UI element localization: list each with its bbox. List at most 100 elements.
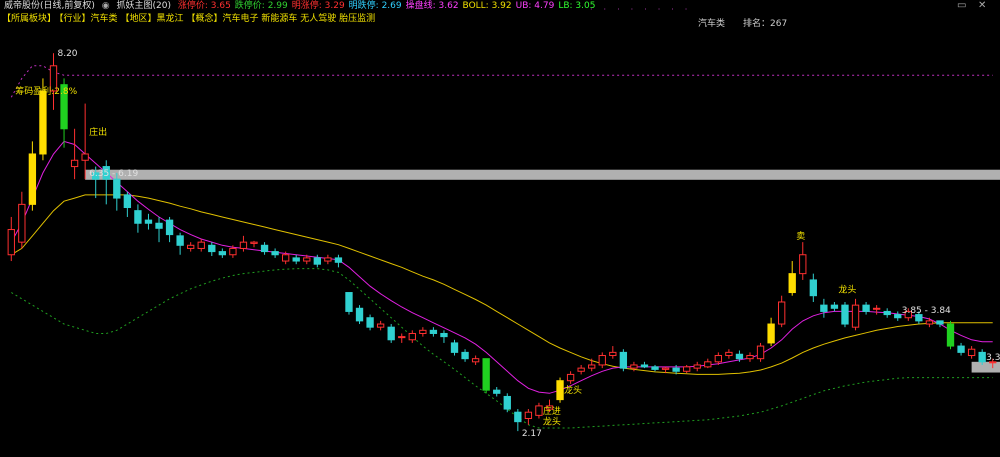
candlestick-chart[interactable]: 8.20筹码盈利:2.8%庄出6.35 - 6.19龙头庄进龙头2.17卖龙头3… xyxy=(0,0,1000,457)
candle-body-91 xyxy=(967,348,976,357)
chart-label-8: 卖 xyxy=(796,231,805,242)
candle-body-12 xyxy=(134,210,142,224)
candle-body-31 xyxy=(334,257,343,263)
indicator-name[interactable]: 抓妖主图(20) xyxy=(117,1,171,11)
candle-body-76 xyxy=(809,279,817,297)
candle-body-29 xyxy=(313,257,321,265)
candle-body-54 xyxy=(577,367,585,372)
candle-body-52 xyxy=(556,380,564,401)
candle-body-35 xyxy=(376,323,385,328)
candle-body-73 xyxy=(777,301,786,325)
candle-body-32 xyxy=(345,292,353,312)
stat-4: 操盘线: 3.62 xyxy=(405,1,459,11)
chart-label-3: 6.35 - 6.19 xyxy=(89,169,138,179)
stat-3: 明跌停: 2.69 xyxy=(348,1,402,11)
chart-label-7: 2.17 xyxy=(522,429,542,439)
candle-body-87 xyxy=(925,320,934,325)
candle-body-37 xyxy=(398,336,406,339)
stat-2: 明涨停: 3.29 xyxy=(291,1,345,11)
candle-body-45 xyxy=(482,358,490,391)
candle-body-56 xyxy=(598,355,606,366)
candle-body-22 xyxy=(239,241,248,249)
candle-body-59 xyxy=(630,364,638,369)
candle-body-66 xyxy=(704,361,712,368)
candle-body-60 xyxy=(640,364,649,368)
dotted-marker-row: ········ xyxy=(590,5,699,14)
candle-body-48 xyxy=(514,411,522,423)
stat-5: BOLL: 3.92 xyxy=(462,1,512,11)
candle-body-34 xyxy=(366,317,374,328)
tag-0[interactable]: 【所属板块】 xyxy=(2,14,56,24)
candle-body-88 xyxy=(936,320,944,325)
indicator-stats: 涨停价: 3.65 跌停价: 2.99 明涨停: 3.29 明跌停: 2.69 操盘线:… xyxy=(178,1,600,11)
chip-zone-1 xyxy=(971,361,1000,373)
chart-label-10: 3.85 - 3.84 xyxy=(902,306,951,316)
candle-body-50 xyxy=(535,405,543,416)
candle-body-58 xyxy=(619,351,628,369)
candle-body-80 xyxy=(851,304,860,328)
candle-body-83 xyxy=(883,310,891,316)
candle-body-14 xyxy=(155,222,163,229)
candle-body-74 xyxy=(788,273,796,294)
candle-body-38 xyxy=(408,332,416,341)
candle-body-30 xyxy=(324,257,332,262)
close-icon[interactable]: ✕ xyxy=(978,0,986,11)
candle-body-26 xyxy=(281,254,290,262)
chart-label-1: 筹码盈利:2.8% xyxy=(15,85,77,97)
candle-body-57 xyxy=(609,351,617,357)
candle-body-21 xyxy=(229,247,237,256)
chart-label-5: 庄进 xyxy=(543,405,561,417)
candle-body-41 xyxy=(440,332,448,338)
stat-6: UB: 4.79 xyxy=(515,1,555,11)
candle-body-1 xyxy=(18,203,26,243)
tag-1[interactable]: 【行业】汽车类 xyxy=(59,14,118,24)
candle-body-3 xyxy=(39,90,47,155)
candle-body-49 xyxy=(524,411,533,420)
candle-body-69 xyxy=(735,353,744,360)
gear-icon[interactable]: ◉ xyxy=(102,1,110,11)
candle-body-47 xyxy=(503,395,511,410)
candle-body-78 xyxy=(830,304,839,309)
candle-body-82 xyxy=(872,307,881,310)
candle-body-2 xyxy=(28,153,37,205)
chart-label-11: 3.30 - 3.13 xyxy=(986,353,1000,363)
candle-body-89 xyxy=(946,323,955,347)
candle-body-81 xyxy=(862,304,870,312)
chart-label-2: 庄出 xyxy=(89,126,107,138)
chart-label-6: 龙头 xyxy=(543,416,561,428)
boll-upper-line xyxy=(10,65,993,98)
chart-label-4: 龙头 xyxy=(564,384,582,396)
candle-body-46 xyxy=(493,389,501,394)
candle-body-39 xyxy=(419,329,427,334)
tag-2[interactable]: 【地区】黑龙江 xyxy=(121,14,184,24)
candle-body-10 xyxy=(113,178,121,199)
candle-body-19 xyxy=(208,244,216,253)
candle-body-67 xyxy=(714,355,723,363)
candle-body-13 xyxy=(144,219,153,224)
candle-body-33 xyxy=(355,307,364,322)
candle-body-7 xyxy=(81,153,89,161)
candle-body-16 xyxy=(176,235,184,246)
candle-body-68 xyxy=(725,351,733,357)
stock-tags: 【所属板块】 【行业】汽车类 【地区】黑龙江 【概念】汽车电子 新能源车 无人驾驶 胎… xyxy=(2,13,378,26)
candle-body-28 xyxy=(303,257,311,262)
candle-body-6 xyxy=(70,159,79,168)
candle-body-20 xyxy=(218,251,227,256)
industry-label: 汽车类 xyxy=(698,19,726,29)
candle-body-90 xyxy=(957,345,965,353)
restore-icon[interactable]: ▭ xyxy=(957,0,966,11)
candle-body-63 xyxy=(672,367,680,372)
candle-body-62 xyxy=(661,367,670,370)
stock-title: 威帝股份(日线,前复权) xyxy=(4,1,95,11)
tag-3[interactable]: 【概念】汽车电子 新能源车 无人驾驶 胎压监测 xyxy=(187,14,376,24)
chart-label-0: 8.20 xyxy=(57,49,77,59)
candle-body-92 xyxy=(978,351,986,363)
candle-body-53 xyxy=(566,373,575,382)
candle-body-24 xyxy=(260,244,269,253)
candle-body-55 xyxy=(588,364,596,369)
chart-header: 威帝股份(日线,前复权) ◉ 抓妖主图(20) 涨停价: 3.65 跌停价: 2.… xyxy=(4,0,603,13)
candle-body-43 xyxy=(461,351,469,360)
rank-label: 排名：267 xyxy=(743,19,788,29)
chart-label-9: 龙头 xyxy=(838,283,856,295)
stat-1: 跌停价: 2.99 xyxy=(234,1,288,11)
